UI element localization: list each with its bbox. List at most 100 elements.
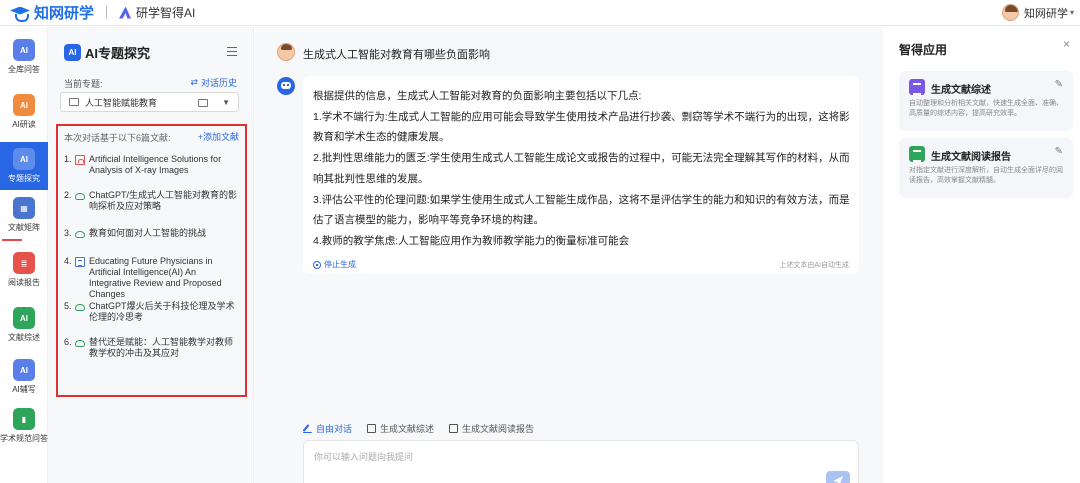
document-item[interactable]: 3. 教育如何面对人工智能的挑战 <box>64 228 240 239</box>
user-menu[interactable]: 知网研学 ▾ <box>1001 4 1074 21</box>
user-avatar <box>1001 4 1019 21</box>
mode-tab-label: 生成文献综述 <box>380 424 435 434</box>
nav-item-label: 文献矩阵 <box>8 223 40 232</box>
top-bar: 知网研学 研学智得AI 知网研学 ▾ <box>0 0 1080 26</box>
answer-line: 2.批判性思维能力的匮乏:学生使用生成式人工智能生成论文或报告的过程中，可能无法… <box>313 152 849 165</box>
answer-line: 教育和学术生态的健康发展。 <box>313 131 450 144</box>
document-item[interactable]: 1. Artificial Intelligence Solutions for … <box>64 154 240 176</box>
nav-item-7[interactable]: ▮ 学术规范问答 <box>0 402 48 450</box>
document-number: 4. <box>64 256 72 266</box>
nav-item-icon: AI <box>13 94 35 116</box>
answer-line: 1.学术不端行为:生成式人工智能的应用可能会导致学生使用技术产品进行抄袭、剽窃等… <box>313 110 849 123</box>
document-list-header: 本次对话基于以下6篇文献: <box>64 133 171 143</box>
nav-item-icon: AI <box>13 359 35 381</box>
product-brand[interactable]: 研学智得AI <box>119 4 195 21</box>
nav-item-2[interactable]: AI 专题探究 <box>0 142 48 190</box>
mode-tab-0[interactable]: 自由对话 <box>303 422 352 435</box>
open-folder-icon[interactable] <box>198 99 208 107</box>
answer-line: 4.教师的教学焦虑:人工智能应用作为教师教学能力的衡量标准可能会 <box>313 234 630 247</box>
history-label: 对话历史 <box>200 78 237 88</box>
nav-item-3[interactable]: ▦ 文献矩阵 <box>0 191 48 239</box>
document-title: 教育如何面对人工智能的挑战 <box>89 228 207 238</box>
edit-icon[interactable]: ✎ <box>1055 146 1063 157</box>
chevron-down-icon[interactable]: ▼ <box>222 98 230 107</box>
answer-line: 3.评估公平性的伦理问题:如果学生使用生成式人工智能生成作品，这将不是评估学生的… <box>313 193 849 206</box>
document-item[interactable]: 2. ChatGPT/生成式人工智能对教育的影响探析及应对策略 <box>64 190 240 212</box>
document-title: Educating Future Physicians in Artificia… <box>89 256 222 299</box>
nav-item-label: 学术规范问答 <box>0 434 48 443</box>
app-card-icon <box>909 146 925 162</box>
mode-tab-label: 自由对话 <box>316 424 353 434</box>
apps-panel-title: 智得应用 <box>899 43 948 57</box>
cloud-icon <box>75 231 85 238</box>
pdf-icon <box>75 155 85 165</box>
nav-item-icon: AI <box>13 148 35 170</box>
answer-line: 估了语言模型的能力，影响平等竞争环境的构建。 <box>313 214 544 227</box>
stop-generating-button[interactable]: 停止生成 <box>313 259 356 270</box>
document-title: Artificial Intelligence Solutions for An… <box>89 154 222 175</box>
ai-generated-note: 上述文本由AI自动生成 <box>779 262 849 269</box>
nav-item-0[interactable]: AI 全库问答 <box>0 33 48 81</box>
document-title: 替代还是赋能：人工智能教学对教师教学权的冲击及其应对 <box>89 337 234 358</box>
panel-title: AI专题探究 <box>85 46 151 61</box>
nav-item-4[interactable]: ≣ 阅读报告 <box>0 246 48 294</box>
document-number: 1. <box>64 154 72 164</box>
add-document-button[interactable]: +添加文献 <box>198 130 239 143</box>
nav-item-icon: AI <box>13 39 35 61</box>
nav-item-label: AI研读 <box>12 120 36 129</box>
topic-select[interactable]: 人工智能赋能教育 ▼ <box>60 92 239 112</box>
topic-value: 人工智能赋能教育 <box>85 97 158 108</box>
nav-item-icon: ▦ <box>13 197 35 219</box>
user-question: 生成式人工智能对教育有哪些负面影响 <box>303 49 490 61</box>
document-item[interactable]: 4. Educating Future Physicians in Artific… <box>64 256 240 300</box>
document-item[interactable]: 6. 替代还是赋能：人工智能教学对教师教学权的冲击及其应对 <box>64 337 240 359</box>
question-input[interactable]: 你可以输入问题向我提问 <box>303 440 859 483</box>
stop-icon <box>313 260 321 269</box>
cloud-icon <box>75 304 85 311</box>
chat-area: 生成式人工智能对教育有哪些负面影响 根据提供的信息，生成式人工智能对教育的负面影… <box>255 27 883 483</box>
cloud-icon <box>75 340 85 347</box>
ai-answer: 根据提供的信息，生成式人工智能对教育的负面影响主要包括以下几点: 1.学术不端行为… <box>303 76 859 274</box>
app-card-description: 自动整理和分析相关文献，快速生成全面、准确、高质量的综述内容，提高研究效率。 <box>909 100 1063 117</box>
mode-tab-2[interactable]: 生成文献阅读报告 <box>449 422 534 435</box>
document-title: ChatGPT/生成式人工智能对教育的影响探析及应对策略 <box>89 190 238 211</box>
nav-item-1[interactable]: AI AI研读 <box>0 88 48 136</box>
user-name: 知网研学 <box>1023 7 1068 20</box>
history-button[interactable]: ⇄ 对话历史 <box>190 76 237 89</box>
app-card-0[interactable]: 生成文献综述 ✎ 自动整理和分析相关文献，快速生成全面、准确、高质量的综述内容，提高… <box>899 71 1073 131</box>
document-icon <box>75 257 85 267</box>
close-icon[interactable]: × <box>1063 37 1070 51</box>
header-divider <box>106 6 108 19</box>
app-card-1[interactable]: 生成文献阅读报告 ✎ 对指定文献进行深度解析，自动生成全面详尽的阅读报告，高效掌握文… <box>899 138 1073 198</box>
current-topic-label: 当前专题: <box>64 79 103 89</box>
stop-label: 停止生成 <box>324 260 356 269</box>
nav-item-5[interactable]: AI 文献综述 <box>0 301 48 349</box>
edit-icon[interactable]: ✎ <box>1055 79 1063 90</box>
panel-header: AI AI专题探究 <box>64 43 150 62</box>
topic-panel: AI AI专题探究 当前专题: ⇄ 对话历史 人工智能赋能教育 ▼ 本次对话基于… <box>48 27 254 483</box>
document-item[interactable]: 5. ChatGPT爆火后关于科技伦理及学术伦理的冷思考 <box>64 301 240 323</box>
document-icon <box>367 424 377 433</box>
app-card-icon <box>909 79 925 95</box>
app-card-title: 生成文献阅读报告 <box>931 152 1011 163</box>
nav-item-6[interactable]: AI AI辅写 <box>0 353 48 401</box>
app-card-title: 生成文献综述 <box>931 85 991 96</box>
input-placeholder: 你可以输入问题向我提问 <box>314 452 414 462</box>
nav-item-label: 专题探究 <box>8 174 40 183</box>
document-number: 2. <box>64 190 72 200</box>
nav-item-label: 文献综述 <box>8 333 40 342</box>
send-button[interactable] <box>826 471 850 483</box>
user-avatar <box>277 43 295 61</box>
nav-item-label: 全库问答 <box>8 65 40 74</box>
mode-tab-1[interactable]: 生成文献综述 <box>367 422 434 435</box>
document-icon <box>449 424 459 433</box>
folder-icon <box>69 98 79 106</box>
document-list: 本次对话基于以下6篇文献: +添加文献 1. Artificial Intelli… <box>56 124 247 397</box>
answer-line: 根据提供的信息，生成式人工智能对教育的负面影响主要包括以下几点: <box>313 90 642 102</box>
graduation-cap-icon <box>10 5 30 22</box>
cnki-logo[interactable]: 知网研学 <box>10 2 94 23</box>
menu-icon[interactable] <box>227 47 237 56</box>
nav-item-icon: AI <box>13 307 35 329</box>
swap-icon: ⇄ <box>190 77 198 87</box>
chevron-down-icon: ▾ <box>1069 8 1074 17</box>
